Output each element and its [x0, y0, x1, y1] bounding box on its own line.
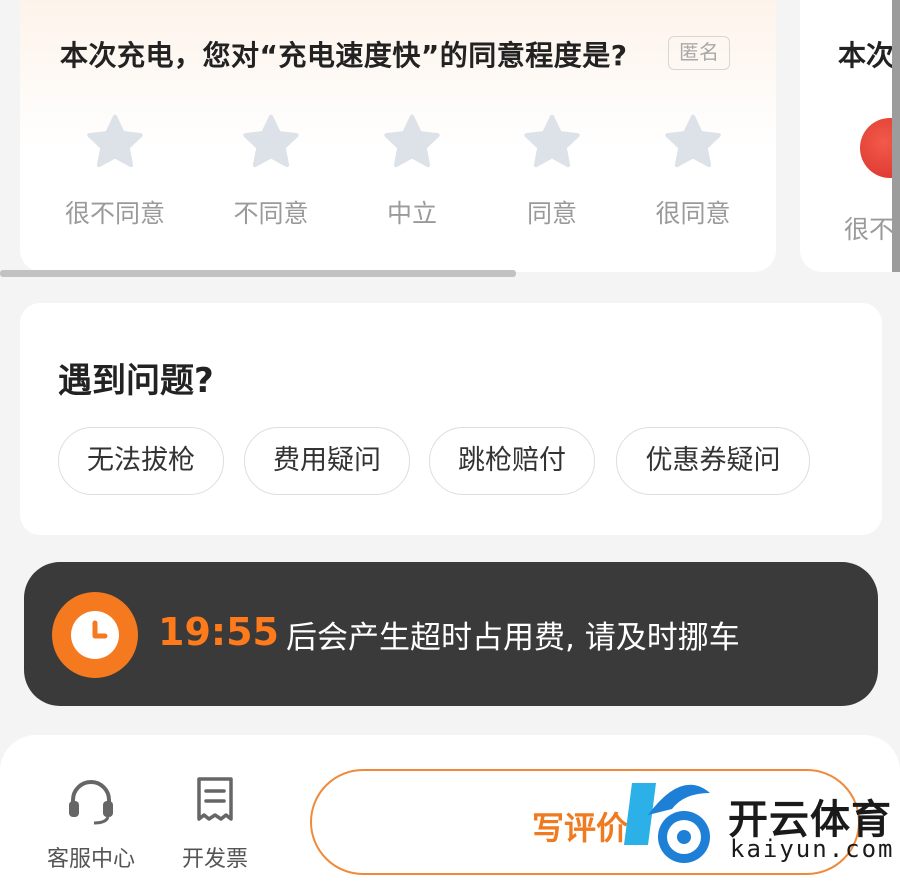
headset-icon	[69, 780, 113, 825]
survey-card: 本次充电，您对“充电速度快”的同意程度是? 匿名 很不同意 不同意 中立 同意 …	[20, 0, 776, 272]
rating-label: 中立	[386, 199, 437, 228]
star-icon	[243, 114, 299, 168]
customer-service-label: 客服中心	[46, 847, 135, 872]
countdown-value: 19:55	[158, 610, 279, 654]
star-icon	[384, 114, 440, 168]
issue-chip-cannot-unplug[interactable]: 无法拔枪	[58, 427, 224, 495]
customer-service-button[interactable]: 客服中心	[36, 775, 146, 873]
anonymous-badge: 匿名	[668, 36, 730, 70]
star-icon	[524, 114, 580, 168]
invoice-button[interactable]: 开发票	[160, 775, 270, 873]
receipt-icon	[197, 777, 233, 821]
carousel-scroll-indicator	[0, 270, 516, 277]
watermark: 开云体育 kaiyun.com	[612, 775, 900, 882]
issue-chip-coupon-question[interactable]: 优惠券疑问	[616, 427, 810, 495]
next-survey-question: 本次	[838, 39, 895, 72]
issue-chip-fee-question[interactable]: 费用疑问	[244, 427, 410, 495]
issue-title: 遇到问题?	[58, 361, 214, 401]
watermark-url: kaiyun.com	[730, 835, 895, 863]
rating-label: 同意	[526, 199, 577, 228]
star-icon	[87, 114, 143, 168]
rating-option-disagree[interactable]: 不同意	[206, 112, 336, 232]
star-icon	[665, 114, 721, 168]
watermark-logo-icon	[624, 783, 710, 863]
issue-chip-trip-compensation[interactable]: 跳枪赔付	[429, 427, 595, 495]
rating-label: 很不同意	[64, 199, 165, 228]
next-rating-label: 很不	[844, 215, 895, 244]
rating-option-neutral[interactable]: 中立	[347, 112, 477, 232]
rating-option-strongly-agree[interactable]: 很同意	[628, 112, 758, 232]
overtime-timer-banner: 19:55 后会产生超时占用费, 请及时挪车	[24, 562, 878, 706]
rating-option-agree[interactable]: 同意	[487, 112, 617, 232]
next-survey-card[interactable]: 本次 很不	[800, 0, 900, 272]
clock-icon	[52, 592, 138, 678]
invoice-label: 开发票	[181, 847, 248, 872]
rating-label: 不同意	[233, 199, 309, 228]
overtime-message: 后会产生超时占用费, 请及时挪车	[286, 620, 740, 656]
rating-option-strongly-disagree[interactable]: 很不同意	[50, 112, 180, 232]
edge-divider	[892, 0, 900, 272]
rating-label: 很同意	[655, 199, 731, 228]
issue-card: 遇到问题? 无法拔枪 费用疑问 跳枪赔付 优惠券疑问	[20, 303, 882, 535]
survey-question: 本次充电，您对“充电速度快”的同意程度是?	[60, 39, 628, 72]
